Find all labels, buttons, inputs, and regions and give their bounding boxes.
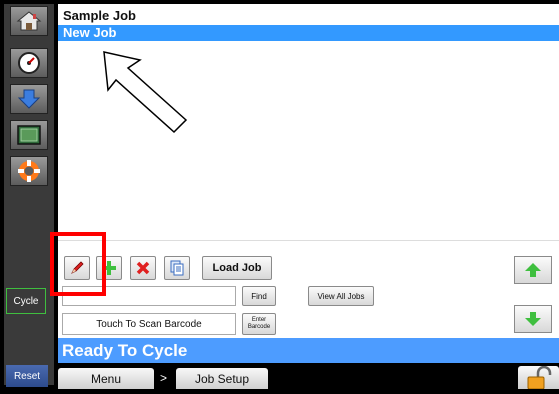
life-ring-icon: [18, 160, 40, 182]
enter-barcode-line2: Barcode: [247, 324, 271, 330]
move-up-button[interactable]: [514, 256, 552, 284]
home-icon: [16, 11, 42, 31]
reset-button[interactable]: Reset: [6, 365, 48, 387]
job-row-new-job[interactable]: New Job: [58, 25, 559, 41]
job-toolbar: Load Job Find View All Jobs Touch To Sca…: [58, 240, 559, 343]
status-text: Ready To Cycle: [62, 341, 188, 360]
unlocked-padlock-icon: [527, 365, 552, 390]
scan-barcode-label: Touch To Scan Barcode: [96, 318, 202, 330]
breadcrumb-job-setup[interactable]: Job Setup: [176, 368, 268, 389]
cycle-label: Cycle: [13, 295, 39, 307]
edit-job-button[interactable]: [64, 256, 90, 280]
job-label: Sample Job: [63, 8, 136, 23]
add-job-button[interactable]: [96, 256, 122, 280]
cycle-button[interactable]: Cycle: [6, 288, 46, 314]
left-sidebar: [4, 4, 54, 385]
find-label: Find: [251, 291, 267, 301]
sidebar-gauge-button[interactable]: [10, 48, 48, 78]
job-label: New Job: [63, 25, 117, 40]
lock-button[interactable]: [518, 365, 559, 390]
down-arrow-icon: [525, 312, 541, 326]
up-arrow-icon: [525, 263, 541, 277]
enter-barcode-button[interactable]: Enter Barcode: [242, 313, 276, 335]
screen-icon: [17, 125, 41, 145]
sidebar-help-button[interactable]: [10, 156, 48, 186]
breadcrumb: Menu > Job Setup: [54, 365, 559, 389]
pencil-icon: [71, 261, 84, 274]
move-down-button[interactable]: [514, 305, 552, 333]
job-list-panel: Sample Job New Job Load Job Find View Al…: [50, 4, 559, 343]
job-search-input[interactable]: [62, 286, 236, 306]
dial-gauge-icon: [18, 52, 40, 74]
sidebar-screen-button[interactable]: [10, 120, 48, 150]
load-job-label: Load Job: [212, 262, 262, 274]
delete-x-icon: [136, 261, 150, 275]
copy-job-button[interactable]: [164, 256, 190, 280]
scan-barcode-field[interactable]: Touch To Scan Barcode: [62, 313, 236, 335]
sidebar-home-button[interactable]: [10, 6, 48, 36]
breadcrumb-separator: >: [160, 371, 168, 385]
copy-document-icon: [170, 260, 184, 276]
breadcrumb-menu-label: Menu: [90, 371, 122, 386]
load-job-button[interactable]: Load Job: [202, 256, 272, 280]
sidebar-download-button[interactable]: [10, 84, 48, 114]
download-arrow-icon: [17, 89, 41, 109]
reset-label: Reset: [13, 370, 41, 382]
pointer-arrow-annotation: [103, 51, 188, 134]
find-button[interactable]: Find: [242, 286, 276, 306]
view-all-jobs-button[interactable]: View All Jobs: [308, 286, 374, 306]
breadcrumb-menu[interactable]: Menu: [58, 368, 154, 389]
app-window: Cycle Reset Sample Job New Job Load Job …: [0, 0, 559, 390]
status-bar: Ready To Cycle: [58, 338, 559, 363]
job-row-sample-job[interactable]: Sample Job: [58, 8, 559, 24]
enter-barcode-line1: Enter: [251, 317, 267, 323]
delete-job-button[interactable]: [130, 256, 156, 280]
plus-icon: [102, 261, 116, 275]
view-all-jobs-label: View All Jobs: [317, 291, 365, 301]
breadcrumb-job-setup-label: Job Setup: [194, 371, 250, 386]
